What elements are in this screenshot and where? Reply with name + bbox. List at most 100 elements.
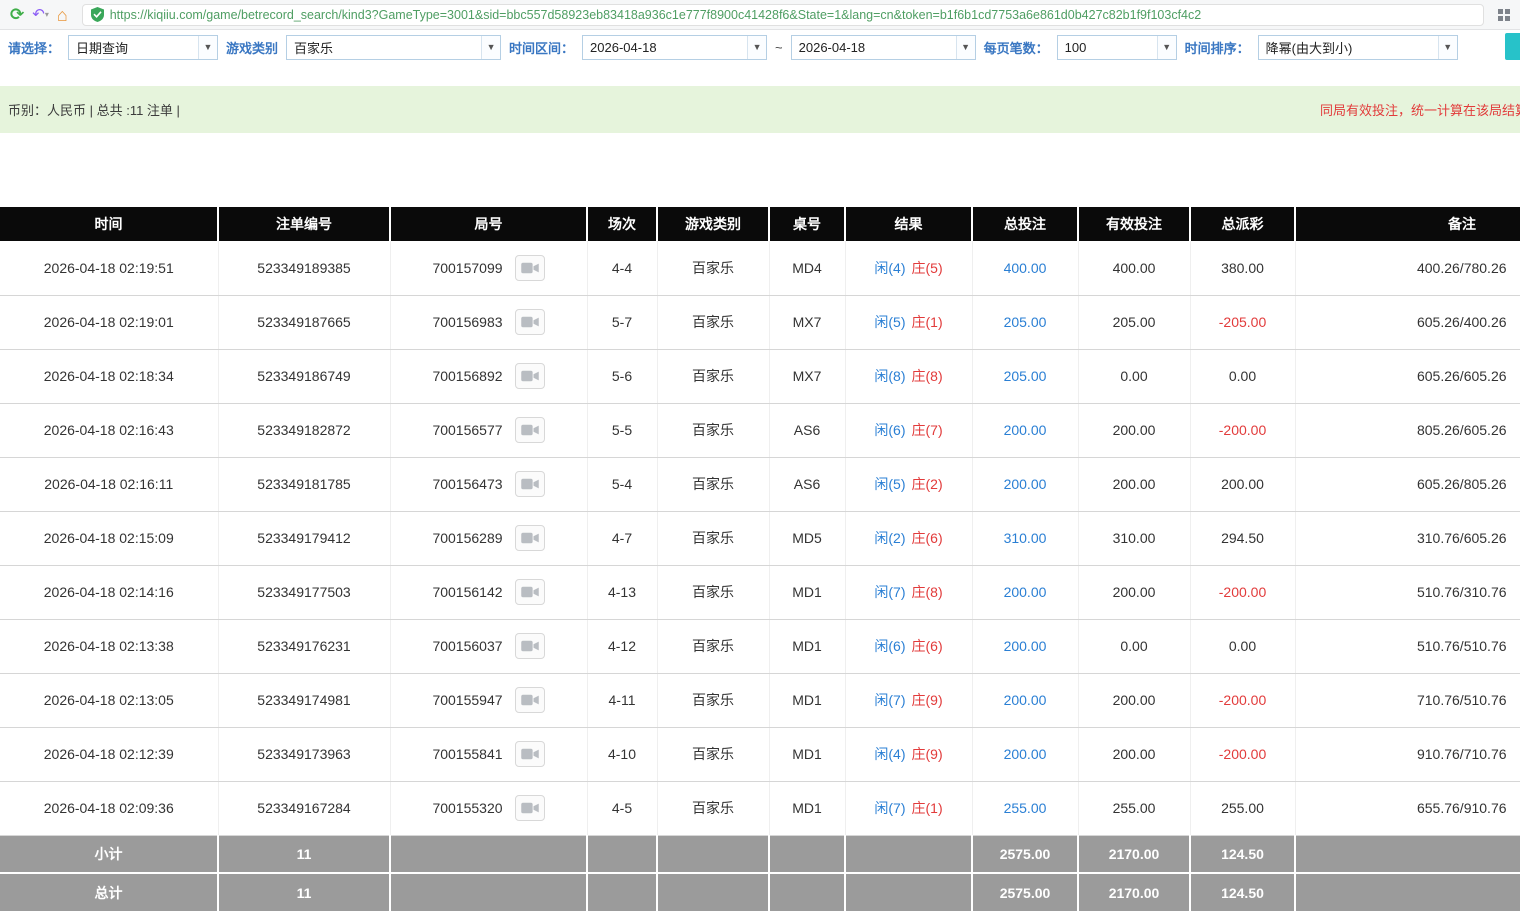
replay-icon[interactable] — [515, 417, 545, 443]
table-header-row: 时间注单编号局号场次游戏类别桌号结果总投注有效投注总派彩备注 — [0, 207, 1520, 241]
chevron-down-icon[interactable]: ▼ — [481, 36, 500, 59]
replay-icon[interactable] — [515, 741, 545, 767]
replay-icon[interactable] — [515, 255, 545, 281]
result-player: 闲(7) — [874, 692, 905, 708]
chevron-down-icon[interactable]: ▼ — [198, 36, 217, 59]
round-number: 700155947 — [432, 692, 502, 708]
cell-payout: 200.00 — [1190, 457, 1295, 511]
game-type-label: 游戏类别 — [226, 38, 278, 57]
chevron-down-icon[interactable]: ▼ — [956, 36, 975, 59]
table-row: 2026-04-18 02:19:01 523349187665 7001569… — [0, 295, 1520, 349]
replay-icon[interactable] — [515, 633, 545, 659]
date-from-dropdown[interactable]: 2026-04-18 ▼ — [582, 35, 767, 60]
cell-payout: 380.00 — [1190, 241, 1295, 295]
cell-bet-id: 523349186749 — [218, 349, 390, 403]
replay-icon[interactable] — [515, 579, 545, 605]
cell-table: MD1 — [769, 781, 845, 835]
table-footer: 小计 11 2575.00 2170.00 124.50 总计 11 2575.… — [0, 835, 1520, 911]
result-player: 闲(7) — [874, 800, 905, 816]
table-row: 2026-04-18 02:14:16 523349177503 7001561… — [0, 565, 1520, 619]
cell-note: 805.26/605.26 — [1295, 403, 1520, 457]
cell-result: 闲(6)庄(7) — [845, 403, 972, 457]
replay-icon[interactable] — [515, 309, 545, 335]
cell-result: 闲(4)庄(9) — [845, 727, 972, 781]
cell-total-bet: 200.00 — [972, 565, 1078, 619]
cell-payout: 0.00 — [1190, 349, 1295, 403]
cell-bet-id: 523349174981 — [218, 673, 390, 727]
bet-table-body: 2026-04-18 02:19:51 523349189385 7001570… — [0, 241, 1520, 835]
cell-result: 闲(7) 庄(8) — [845, 565, 972, 619]
column-header: 备注 — [1295, 207, 1520, 241]
sort-dropdown[interactable]: 降幂(由大到小) ▼ — [1258, 35, 1458, 60]
search-button[interactable]: 查询 — [1505, 33, 1520, 60]
date-from-value: 2026-04-18 — [583, 36, 747, 59]
query-type-value: 日期查询 — [69, 36, 198, 59]
cell-game: 百家乐 — [657, 511, 769, 565]
undo-icon[interactable]: ↶▾ — [32, 7, 49, 22]
result-banker: 庄(9) — [912, 692, 943, 708]
chevron-down-icon[interactable]: ▼ — [1438, 36, 1457, 59]
cell-valid-bet: 200.00 — [1078, 457, 1190, 511]
table-row: 2026-04-18 02:12:39 523349173963 7001558… — [0, 727, 1520, 781]
cell-game: 百家乐 — [657, 295, 769, 349]
result-banker: 庄(5) — [912, 260, 943, 276]
table-row: 2026-04-18 02:15:09 523349179412 7001562… — [0, 511, 1520, 565]
chevron-down-icon[interactable]: ▼ — [1157, 36, 1176, 59]
sort-value: 降幂(由大到小) — [1259, 36, 1438, 59]
chevron-down-icon[interactable]: ▼ — [747, 36, 766, 59]
game-type-dropdown[interactable]: 百家乐 ▼ — [286, 35, 501, 60]
cell-game: 百家乐 — [657, 457, 769, 511]
result-player: 闲(5) — [874, 476, 905, 492]
table-row: 2026-04-18 02:13:38 523349176231 7001560… — [0, 619, 1520, 673]
table-row: 2026-04-18 02:13:05 523349174981 7001559… — [0, 673, 1520, 727]
cell-session: 4-13 — [587, 565, 657, 619]
column-header: 总派彩 — [1190, 207, 1295, 241]
cell-time: 2026-04-18 02:19:01 — [0, 295, 218, 349]
cell-round: 700156289 — [390, 511, 587, 565]
result-player: 闲(7) — [874, 584, 905, 600]
cell-table: AS6 — [769, 403, 845, 457]
url-text: https://kiqiiu.com/game/betrecord_search… — [110, 8, 1202, 22]
replay-icon[interactable] — [515, 363, 545, 389]
cell-time: 2026-04-18 02:16:11 — [0, 457, 218, 511]
round-number: 700156473 — [432, 476, 502, 492]
cell-game: 百家乐 — [657, 565, 769, 619]
home-icon[interactable]: ⌂ — [57, 6, 68, 24]
cell-payout: 124.50 — [1190, 835, 1295, 873]
cell-session: 5-6 — [587, 349, 657, 403]
date-to-dropdown[interactable]: 2026-04-18 ▼ — [791, 35, 976, 60]
result-banker: 庄(1) — [912, 800, 943, 816]
cell-result: 闲(8)庄(8) — [845, 349, 972, 403]
result-player: 闲(6) — [874, 638, 905, 654]
cell-note: 655.76/910.76 — [1295, 781, 1520, 835]
cell-result: 闲(4)庄(5) — [845, 241, 972, 295]
cell-table: MD4 — [769, 241, 845, 295]
cell-valid-bet: 310.00 — [1078, 511, 1190, 565]
address-bar[interactable]: https://kiqiiu.com/game/betrecord_search… — [82, 4, 1484, 26]
cell-payout: 0.00 — [1190, 619, 1295, 673]
cell-round: 700156577 — [390, 403, 587, 457]
cell-bet-id: 523349167284 — [218, 781, 390, 835]
chevron-down-icon[interactable]: ▾ — [45, 10, 49, 19]
query-type-dropdown[interactable]: 日期查询 ▼ — [68, 35, 218, 60]
cell-payout: 255.00 — [1190, 781, 1295, 835]
cell-table: MD1 — [769, 727, 845, 781]
column-header: 桌号 — [769, 207, 845, 241]
round-number: 700155841 — [432, 746, 502, 762]
replay-icon[interactable] — [515, 795, 545, 821]
table-row: 2026-04-18 02:09:36 523349167284 7001553… — [0, 781, 1520, 835]
cell-table: MX7 — [769, 295, 845, 349]
cell-round: 700157099 — [390, 241, 587, 295]
replay-icon[interactable] — [515, 687, 545, 713]
game-type-value: 百家乐 — [287, 36, 481, 59]
cell-session: 4-7 — [587, 511, 657, 565]
result-player: 闲(4) — [874, 746, 905, 762]
cell-bet-id: 523349177503 — [218, 565, 390, 619]
apps-grid-icon[interactable] — [1498, 9, 1510, 21]
page-size-dropdown[interactable]: 100 ▼ — [1057, 35, 1177, 60]
refresh-icon[interactable]: ⟳ — [10, 6, 24, 23]
result-banker: 庄(8) — [912, 584, 943, 600]
replay-icon[interactable] — [515, 471, 545, 497]
replay-icon[interactable] — [515, 525, 545, 551]
cell-payout: -200.00 — [1190, 673, 1295, 727]
